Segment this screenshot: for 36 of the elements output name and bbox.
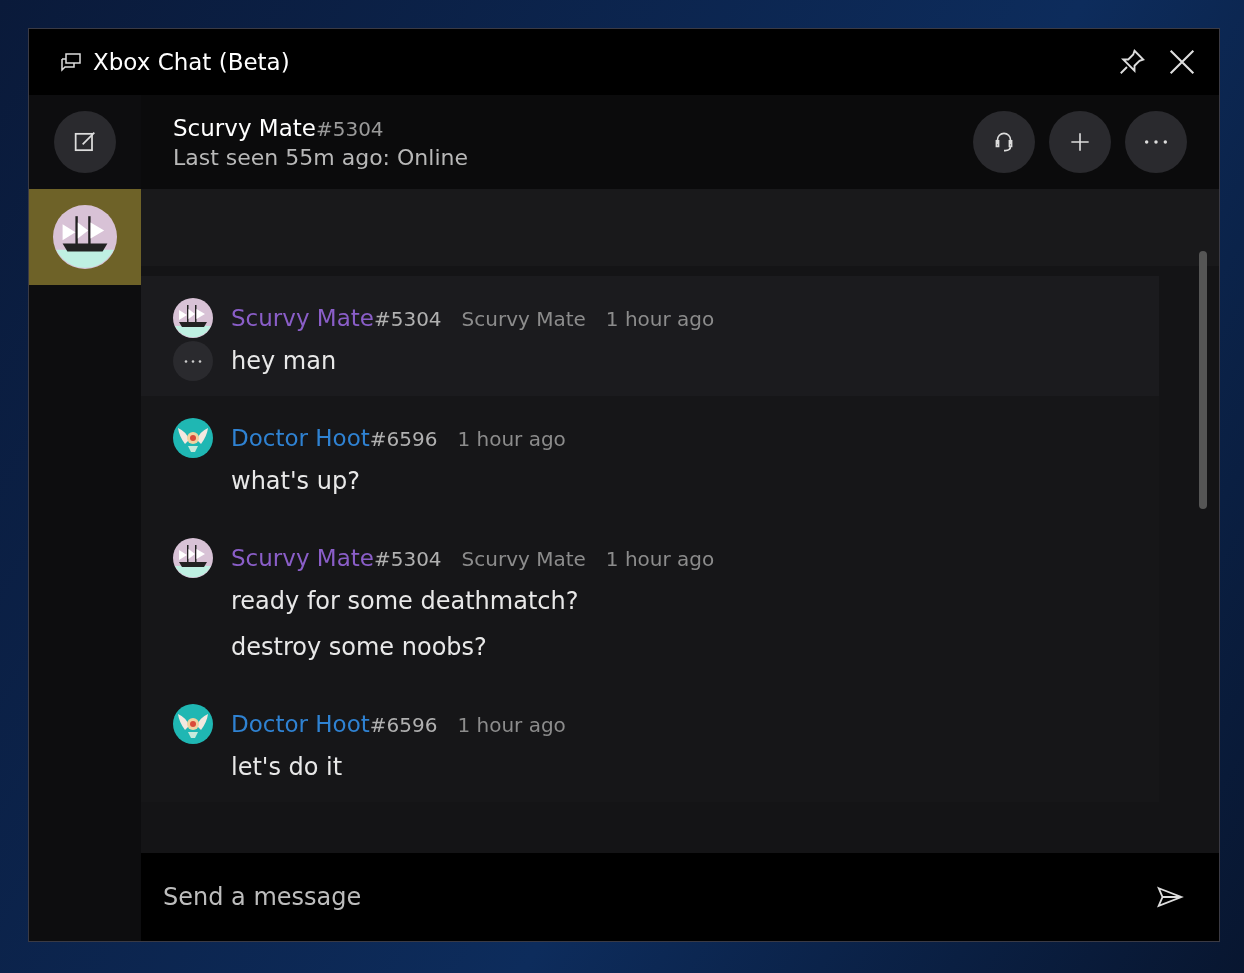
more-icon <box>1143 140 1169 144</box>
contact-tag: #5304 <box>315 116 384 141</box>
owl-avatar-icon <box>173 418 213 458</box>
more-icon <box>183 359 203 363</box>
chat-icon <box>59 50 83 74</box>
author-name: Doctor Hoot <box>231 425 370 451</box>
pin-icon <box>1117 47 1147 77</box>
contact-status: Last seen 55m ago: Online <box>173 144 469 170</box>
owl-avatar-icon <box>173 704 213 744</box>
author-tag: #5304 <box>373 547 442 571</box>
contact-name: Scurvy Mate <box>173 114 316 141</box>
display-name: Scurvy Mate <box>461 307 586 331</box>
message-field[interactable]: Send a message <box>141 853 1219 941</box>
message-input[interactable]: Send a message <box>161 882 1151 912</box>
ship-avatar-icon <box>53 205 117 269</box>
author-tag: #6596 <box>369 713 438 737</box>
message-text: what's up? <box>231 467 360 495</box>
author-name: Scurvy Mate <box>231 545 374 571</box>
author-name: Scurvy Mate <box>231 305 374 331</box>
message-text: ready for some deathmatch? <box>231 587 579 615</box>
author-tag: #6596 <box>369 427 438 451</box>
ship-avatar-icon <box>173 298 213 338</box>
window-title: Xbox Chat (Beta) <box>93 49 291 75</box>
message-text: let's do it <box>231 753 343 781</box>
author-tag: #5304 <box>373 307 442 331</box>
message-time: 1 hour ago <box>605 307 715 331</box>
message-time: 1 hour ago <box>457 713 566 737</box>
ship-avatar-icon <box>173 538 213 578</box>
author-name: Doctor Hoot <box>231 711 370 737</box>
scrollbar[interactable] <box>1199 251 1207 509</box>
message-text: destroy some noobs? <box>231 633 487 661</box>
message-text: hey man <box>231 347 337 375</box>
message-time: 1 hour ago <box>605 547 715 571</box>
message-time: 1 hour ago <box>457 427 566 451</box>
display-name: Scurvy Mate <box>461 547 586 571</box>
conversation-item[interactable] <box>29 189 141 285</box>
